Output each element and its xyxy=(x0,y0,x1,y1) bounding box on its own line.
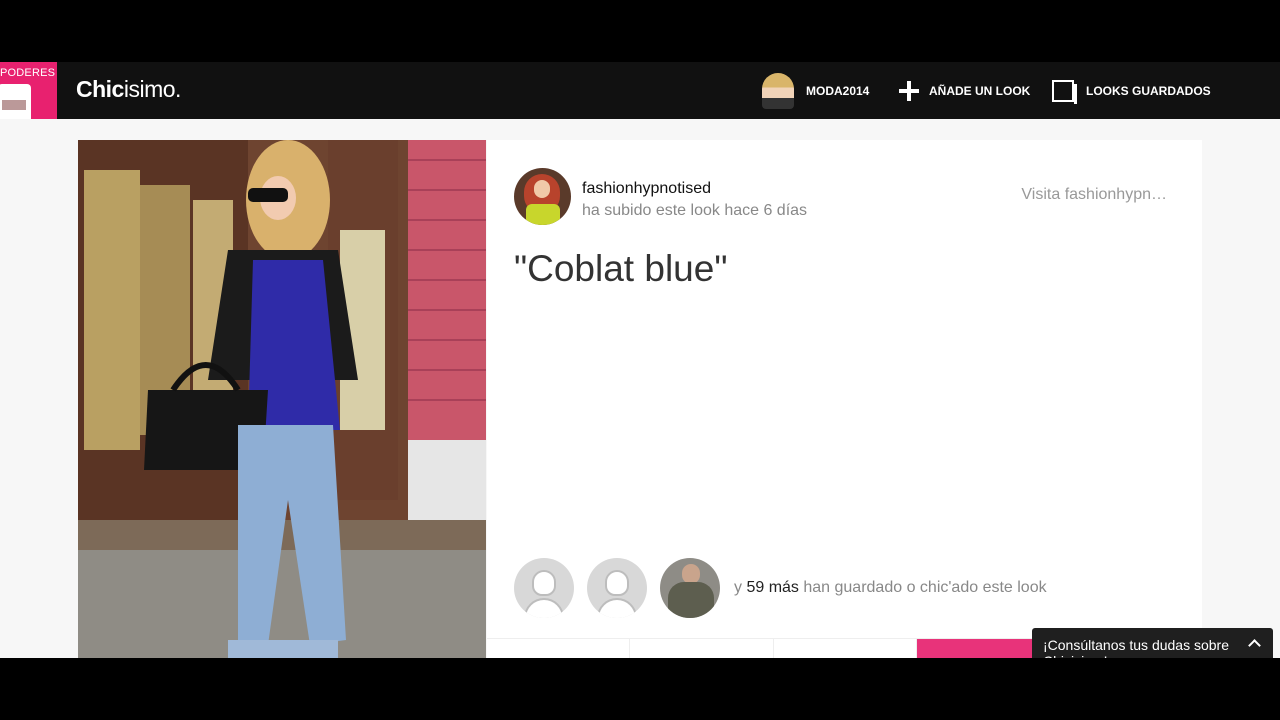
savers-row: y 59 más han guardado o chic'ado este lo… xyxy=(514,558,1047,618)
upload-meta: ha subido este look hace 6 días xyxy=(582,202,808,219)
chat-label: ¡Consúltanos tus dudas sobre Chicisimo! xyxy=(1043,637,1229,658)
savers-text: y 59 más han guardado o chic'ado este lo… xyxy=(734,579,1047,597)
visit-uploader-link[interactable]: Visita fashionhypn… xyxy=(1021,186,1167,204)
promo-text: PODERES xyxy=(0,67,56,79)
saver-avatar[interactable] xyxy=(514,558,574,618)
look-title: "Coblat blue" xyxy=(514,248,728,289)
savers-suffix: han guardado o chic'ado este look xyxy=(798,579,1047,596)
promo-banner[interactable]: PODERES xyxy=(0,62,57,119)
browser-viewport: PODERES Chicisimo. MODA2014 AÑADE UN LOO… xyxy=(0,62,1280,658)
chicisimo-logo[interactable]: Chicisimo. xyxy=(76,76,181,103)
logo-rest: isimo. xyxy=(123,76,182,102)
chevron-up-icon[interactable] xyxy=(1248,639,1261,652)
user-name: MODA2014 xyxy=(806,83,870,98)
top-nav: PODERES Chicisimo. MODA2014 AÑADE UN LOO… xyxy=(0,62,1280,119)
savers-prefix: y xyxy=(734,579,747,596)
logo-bold: Chic xyxy=(76,76,124,102)
chat-widget[interactable]: ¡Consúltanos tus dudas sobre Chicisimo! xyxy=(1032,628,1273,658)
action-button[interactable] xyxy=(487,639,630,658)
saved-looks-button[interactable]: LOOKS GUARDADOS xyxy=(1052,62,1211,119)
saver-avatar[interactable] xyxy=(587,558,647,618)
uploader-name[interactable]: fashionhypnotised xyxy=(582,180,711,198)
action-button[interactable] xyxy=(630,639,774,658)
user-avatar xyxy=(762,72,794,109)
phone-icon xyxy=(0,84,31,119)
user-menu[interactable]: MODA2014 xyxy=(762,62,869,119)
saved-looks-label: LOOKS GUARDADOS xyxy=(1086,83,1211,98)
add-look-label: AÑADE UN LOOK xyxy=(929,83,1031,98)
add-look-button[interactable]: AÑADE UN LOOK xyxy=(899,62,1030,119)
look-photo[interactable] xyxy=(78,140,486,658)
saved-looks-icon xyxy=(1052,79,1077,104)
action-button[interactable] xyxy=(774,639,917,658)
savers-count[interactable]: 59 más xyxy=(746,579,798,596)
plus-icon xyxy=(899,80,919,101)
look-photo-image xyxy=(78,140,486,658)
uploader-avatar[interactable] xyxy=(514,168,571,225)
letterbox-bottom xyxy=(0,658,1280,720)
saver-avatar[interactable] xyxy=(660,558,720,618)
look-details-card: fashionhypnotised ha subido este look ha… xyxy=(487,140,1202,658)
letterbox-top xyxy=(0,0,1280,62)
